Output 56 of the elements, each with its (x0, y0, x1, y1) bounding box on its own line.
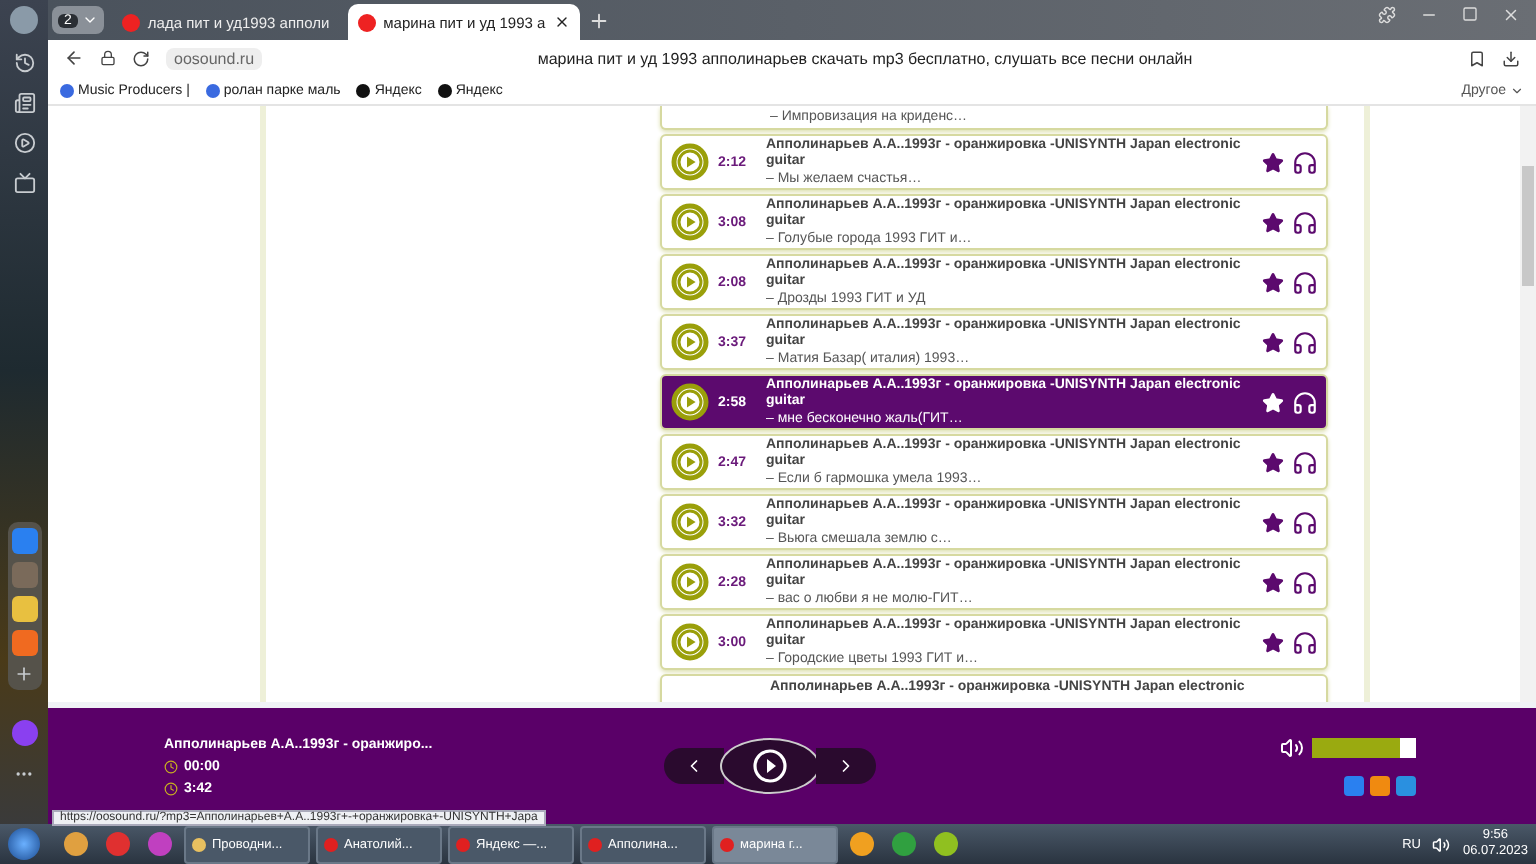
reload-icon[interactable] (132, 49, 150, 67)
app-icon[interactable] (11, 630, 37, 656)
close-icon[interactable] (553, 14, 570, 30)
lock-icon (100, 50, 116, 66)
play-icon (752, 748, 788, 784)
scrollbar[interactable] (1520, 106, 1536, 702)
star-icon[interactable] (1262, 571, 1284, 593)
volume-slider[interactable] (1312, 738, 1416, 758)
bookmark-icon[interactable] (1468, 49, 1486, 67)
add-icon[interactable] (14, 664, 34, 684)
new-tab-icon[interactable] (587, 9, 610, 31)
maximize-icon[interactable] (1462, 6, 1478, 22)
play-circle-icon[interactable] (13, 132, 35, 154)
app-icon[interactable] (892, 832, 916, 856)
app-icon[interactable] (64, 832, 88, 856)
headphones-icon[interactable] (1292, 149, 1318, 175)
clock-icon (164, 781, 178, 795)
headphones-icon[interactable] (1292, 629, 1318, 655)
headphones-icon[interactable] (1292, 209, 1318, 235)
back-icon[interactable] (64, 48, 84, 68)
page-title: марина пит и уд 1993 апполинарьев скачать mp3 бесплатно, слушать все песни онлайн (535, 49, 1195, 67)
app-icon[interactable] (148, 832, 172, 856)
chevron-icon (1510, 83, 1524, 97)
volume-icon[interactable] (1280, 736, 1304, 760)
star-icon[interactable] (1262, 151, 1284, 173)
headphones-icon[interactable] (1292, 509, 1318, 535)
app-icon[interactable] (106, 832, 130, 856)
avatar-circle[interactable] (10, 6, 38, 34)
app-icon[interactable] (934, 832, 958, 856)
extension-icon[interactable] (1378, 6, 1396, 24)
history-icon[interactable] (13, 52, 35, 74)
site-icon (357, 13, 376, 31)
app-icon[interactable] (11, 596, 37, 622)
headphones-icon[interactable] (1292, 329, 1318, 355)
news-icon[interactable] (13, 92, 35, 114)
star-icon[interactable] (1262, 631, 1284, 653)
star-icon[interactable] (1262, 211, 1284, 233)
headphones-icon[interactable] (1292, 569, 1318, 595)
download-icon[interactable] (1502, 49, 1520, 67)
chevron-icon[interactable] (81, 12, 98, 28)
app-icon[interactable] (850, 832, 874, 856)
site-icon (121, 13, 140, 31)
previous-button[interactable] (664, 748, 724, 784)
star-icon[interactable] (1262, 271, 1284, 293)
play-icon[interactable] (670, 382, 710, 422)
headphones-icon[interactable] (1292, 269, 1318, 295)
start-button[interactable] (8, 828, 40, 860)
star-icon[interactable] (1262, 331, 1284, 353)
star-icon[interactable] (1262, 451, 1284, 473)
volume-icon[interactable] (1432, 835, 1451, 853)
clock-icon (164, 759, 178, 773)
play-button[interactable] (720, 738, 820, 794)
headphones-icon[interactable] (1292, 449, 1318, 475)
tv-icon[interactable] (13, 172, 35, 194)
address-field[interactable]: oosound.ru (166, 47, 263, 69)
star-icon[interactable] (1262, 511, 1284, 533)
